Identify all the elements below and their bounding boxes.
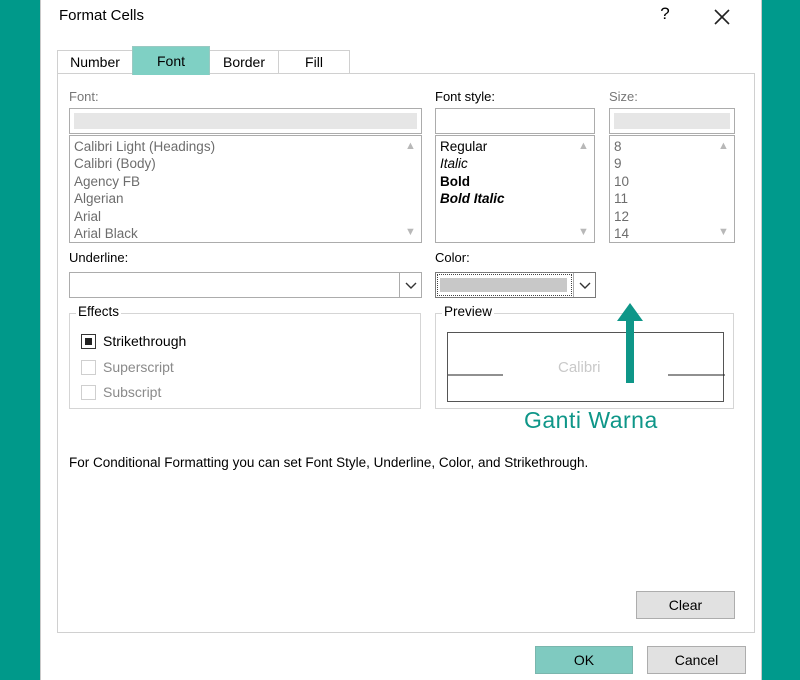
spreadsheet-background <box>0 0 40 680</box>
size-label: Size: <box>609 89 638 104</box>
preview-label: Preview <box>442 304 495 319</box>
clear-button[interactable]: Clear <box>636 591 735 619</box>
font-style-list[interactable]: Regular Italic Bold Bold Italic ▲ ▼ <box>435 135 595 243</box>
preview-box: Calibri <box>447 332 725 402</box>
list-item[interactable]: Arial Black <box>74 225 399 242</box>
subscript-checkbox[interactable]: Subscript <box>81 384 281 402</box>
effects-group: Effects Strikethrough Superscript Subscr… <box>69 304 421 409</box>
preview-group: Preview Calibri <box>435 304 734 409</box>
font-style-list-items: Regular Italic Bold Bold Italic <box>440 138 572 208</box>
color-swatch <box>440 278 567 292</box>
list-item[interactable]: 14 <box>614 225 712 242</box>
underline-dropdown-button[interactable] <box>399 273 421 297</box>
format-cells-dialog: Format Cells ? Number Font Border Fill F… <box>40 0 762 680</box>
list-item[interactable]: 12 <box>614 208 712 225</box>
font-label: Font: <box>69 89 99 104</box>
superscript-checkbox[interactable]: Superscript <box>81 359 281 377</box>
list-item[interactable]: Agency FB <box>74 173 399 190</box>
underline-dropdown[interactable] <box>69 272 422 298</box>
chevron-up-icon[interactable]: ▲ <box>573 137 594 155</box>
chevron-up-icon[interactable]: ▲ <box>713 137 734 155</box>
checkbox-checked[interactable] <box>81 334 96 349</box>
list-item[interactable]: 10 <box>614 173 712 190</box>
color-dropdown-button[interactable] <box>573 273 595 297</box>
superscript-label: Superscript <box>103 359 174 375</box>
cancel-button[interactable]: Cancel <box>647 646 746 674</box>
chevron-down-icon <box>405 282 416 289</box>
list-item[interactable]: 9 <box>614 155 712 172</box>
font-style-list-scrollbar[interactable]: ▲ ▼ <box>573 136 594 242</box>
chevron-down-icon <box>579 282 590 289</box>
list-item[interactable]: 11 <box>614 190 712 207</box>
close-button[interactable] <box>709 2 735 30</box>
color-picker[interactable] <box>435 272 596 298</box>
annotation-text: Ganti Warna <box>524 407 658 433</box>
ok-button[interactable]: OK <box>535 646 633 674</box>
tab-font[interactable]: Font <box>132 46 210 75</box>
list-item[interactable]: Bold <box>440 173 572 190</box>
font-list-scrollbar[interactable]: ▲ ▼ <box>400 136 421 242</box>
underline-label: Underline: <box>69 250 129 265</box>
font-tab-panel: Font: Calibri Light (Headings) Calibri (… <box>57 73 755 633</box>
list-item[interactable]: Arial <box>74 208 399 225</box>
chevron-down-icon[interactable]: ▼ <box>400 223 421 241</box>
size-input-value <box>614 113 730 129</box>
conditional-formatting-note: For Conditional Formatting you can set F… <box>69 455 589 470</box>
size-input[interactable] <box>609 108 735 134</box>
font-input[interactable] <box>69 108 422 134</box>
chevron-down-icon[interactable]: ▼ <box>713 223 734 241</box>
dialog-title: Format Cells <box>59 7 145 24</box>
strikethrough-label: Strikethrough <box>103 333 187 349</box>
subscript-label: Subscript <box>103 384 162 400</box>
font-style-input[interactable] <box>435 108 595 134</box>
size-list-items: 8 9 10 11 12 14 <box>614 138 712 242</box>
arrow-up-icon <box>617 303 643 383</box>
checkbox-unchecked[interactable] <box>81 360 96 375</box>
font-list-items: Calibri Light (Headings) Calibri (Body) … <box>74 138 399 242</box>
list-item[interactable]: Calibri Light (Headings) <box>74 138 399 155</box>
chevron-down-icon[interactable]: ▼ <box>573 223 594 241</box>
font-style-label: Font style: <box>435 89 495 104</box>
font-input-value <box>74 113 417 129</box>
effects-label: Effects <box>76 304 122 319</box>
color-label: Color: <box>435 250 470 265</box>
chevron-up-icon[interactable]: ▲ <box>400 137 421 155</box>
preview-text: Calibri <box>558 359 601 376</box>
close-icon <box>714 9 730 25</box>
size-list-scrollbar[interactable]: ▲ ▼ <box>713 136 734 242</box>
size-list[interactable]: 8 9 10 11 12 14 ▲ ▼ <box>609 135 735 243</box>
help-button[interactable]: ? <box>654 4 676 28</box>
list-item[interactable]: Algerian <box>74 190 399 207</box>
font-list[interactable]: Calibri Light (Headings) Calibri (Body) … <box>69 135 422 243</box>
list-item[interactable]: Italic <box>440 155 572 172</box>
tab-fill[interactable]: Fill <box>278 50 350 74</box>
list-item[interactable]: Regular <box>440 138 572 155</box>
title-bar: Format Cells ? <box>41 0 761 34</box>
checkbox-unchecked[interactable] <box>81 385 96 400</box>
tab-border[interactable]: Border <box>209 50 279 74</box>
strikethrough-checkbox[interactable]: Strikethrough <box>81 333 281 351</box>
list-item[interactable]: Calibri (Body) <box>74 155 399 172</box>
list-item[interactable]: 8 <box>614 138 712 155</box>
list-item[interactable]: Bold Italic <box>440 190 572 207</box>
tab-number[interactable]: Number <box>57 50 133 74</box>
